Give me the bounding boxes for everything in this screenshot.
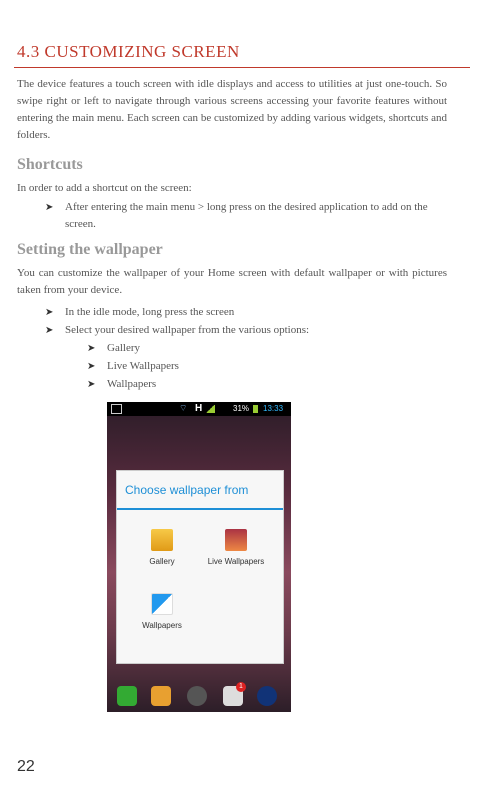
wallpaper-bullet-1: In the idle mode, long press the screen xyxy=(65,306,235,318)
contacts-icon[interactable] xyxy=(151,686,171,706)
arrow-bullet-icon: ➤ xyxy=(45,325,54,336)
browser-globe-icon[interactable] xyxy=(257,686,277,706)
signal-icon xyxy=(205,405,215,413)
option-label: Gallery xyxy=(149,557,175,566)
arrow-bullet-icon: ➤ xyxy=(87,343,96,354)
heading-divider xyxy=(14,67,470,68)
page-number: 22 xyxy=(17,758,35,775)
status-bar: ⌔ H 31% 13:33 xyxy=(107,402,291,416)
shortcuts-heading: Shortcuts xyxy=(17,156,83,173)
arrow-bullet-icon: ➤ xyxy=(87,379,96,390)
option-label: Wallpapers xyxy=(142,621,182,630)
phone-screenshot: ⌔ H 31% 13:33 Choose wallpaper from Gall… xyxy=(107,402,291,712)
live-wallpapers-icon xyxy=(225,529,247,551)
shortcuts-bullet-1: After entering the main menu > long pres… xyxy=(65,201,428,230)
messaging-icon[interactable]: 1 xyxy=(223,682,246,706)
subbullet-gallery: Gallery xyxy=(107,342,140,354)
dialog-title: Choose wallpaper from xyxy=(125,483,249,497)
arrow-bullet-icon: ➤ xyxy=(45,307,54,318)
wallpaper-dialog: Choose wallpaper from Gallery Live Wallp… xyxy=(116,470,284,664)
wallpaper-bullet-2: Select your desired wallpaper from the v… xyxy=(65,324,310,336)
wallpaper-heading: Setting the wallpaper xyxy=(17,241,163,258)
subbullet-live: Live Wallpapers xyxy=(107,360,179,372)
gallery-icon xyxy=(151,529,173,551)
arrow-bullet-icon: ➤ xyxy=(87,361,96,372)
subbullet-wallpapers: Wallpapers xyxy=(107,378,157,390)
status-time: 13:33 xyxy=(263,404,284,413)
unread-badge: 1 xyxy=(236,682,246,692)
dialog-divider xyxy=(117,508,283,510)
shortcuts-text: In order to add a shortcut on the screen… xyxy=(17,182,192,194)
intro-paragraph: The device features a touch screen with … xyxy=(17,78,447,141)
apps-drawer-icon[interactable] xyxy=(187,686,207,706)
image-notification-icon xyxy=(111,404,122,414)
phone-icon[interactable] xyxy=(117,686,137,706)
network-type: H xyxy=(195,403,203,414)
section-heading: 4.3 CUSTOMIZING SCREEN xyxy=(17,42,240,61)
wallpaper-text: You can customize the wallpaper of your … xyxy=(17,267,447,296)
option-label: Live Wallpapers xyxy=(207,557,265,566)
battery-percent: 31% xyxy=(233,404,250,413)
battery-icon xyxy=(253,405,258,413)
arrow-bullet-icon: ➤ xyxy=(45,202,54,213)
home-dock: 1 xyxy=(107,680,291,712)
wifi-icon: ⌔ xyxy=(179,403,188,413)
wallpapers-icon xyxy=(151,593,173,615)
